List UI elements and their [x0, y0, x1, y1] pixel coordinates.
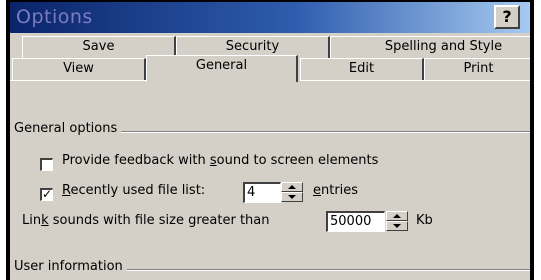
link-sounds-label: Link sounds with file size greater than [22, 213, 270, 228]
arrow-down-icon [393, 224, 401, 228]
tab-print-label: Print [463, 61, 494, 76]
panel-border [10, 80, 146, 81]
feedback-sound-label: Provide feedback with sound to screen el… [62, 153, 378, 168]
spin-down-button[interactable] [386, 221, 408, 231]
tab-general[interactable]: General [146, 55, 298, 82]
link-sounds-size-input[interactable]: 50000 [326, 211, 385, 232]
recent-files-count-input[interactable]: 4 [243, 182, 281, 203]
link-sounds-text: Lin [22, 213, 42, 228]
recent-files-spinner[interactable] [281, 182, 303, 203]
panel-border-right [300, 80, 530, 81]
link-sounds-spinner[interactable] [386, 211, 408, 232]
recent-files-checkbox[interactable]: ✓ [40, 187, 53, 201]
tab-spelling-and-style[interactable]: Spelling and Style [330, 36, 530, 58]
tab-view-label: View [63, 61, 94, 76]
feedback-sound-accel: s [209, 153, 217, 168]
entries-accel: e [313, 183, 321, 198]
title-bar[interactable]: Options ? [10, 2, 530, 33]
kb-unit-label: Kb [416, 213, 433, 228]
general-options-title: General options [14, 121, 122, 136]
options-dialog: Options ? Save Security Spelling and Sty… [10, 2, 530, 280]
checkmark-icon: ✓ [42, 187, 53, 201]
tab-security-label: Security [225, 39, 280, 54]
feedback-sound-checkbox[interactable] [40, 158, 53, 171]
entries-text: ntries [321, 183, 359, 198]
tab-save-label: Save [82, 39, 115, 54]
user-information-title: User information [14, 259, 127, 274]
arrow-up-icon [393, 214, 401, 218]
feedback-sound-text: Provide feedback with [62, 153, 210, 168]
link-sounds-text-2: sounds with file size greater than [48, 213, 270, 228]
arrow-down-icon [288, 195, 296, 199]
tab-edit-label: Edit [348, 61, 375, 76]
recent-files-text: ecently used file list: [70, 183, 206, 198]
tab-print[interactable]: Print [424, 58, 530, 80]
tab-edit[interactable]: Edit [300, 58, 424, 80]
recent-files-label: Recently used file list: [62, 183, 205, 198]
tab-general-label: General [195, 58, 248, 73]
spin-up-button[interactable] [281, 182, 303, 192]
arrow-up-icon [288, 185, 296, 189]
spin-up-button[interactable] [386, 211, 408, 221]
feedback-sound-text-2: ound to screen elements [216, 153, 379, 168]
window-title: Options [16, 6, 93, 28]
link-sounds-accel: k [41, 213, 49, 228]
spin-down-button[interactable] [281, 192, 303, 202]
entries-label: entries [313, 183, 358, 198]
tab-spelling-label: Spelling and Style [384, 39, 503, 54]
help-button[interactable]: ? [494, 5, 520, 29]
tab-view[interactable]: View [12, 58, 146, 80]
